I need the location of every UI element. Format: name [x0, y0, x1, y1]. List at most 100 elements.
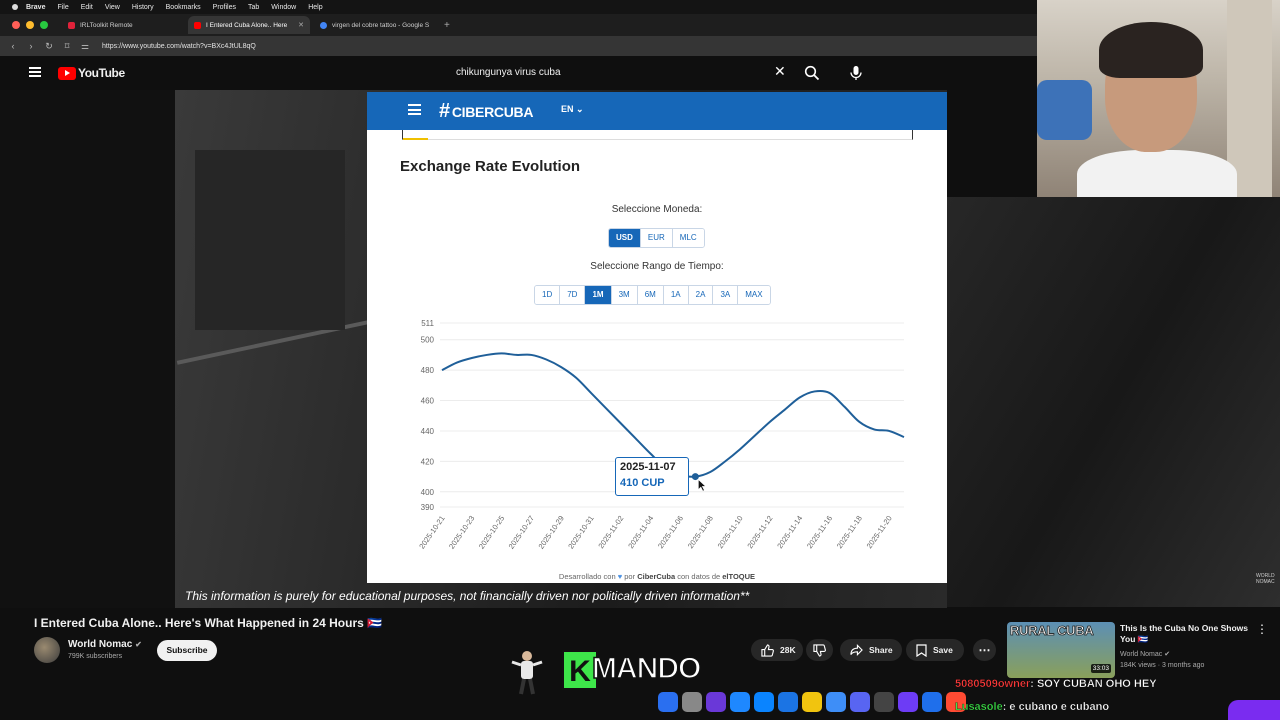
channel-name[interactable]: World Nomac ✔: [68, 639, 142, 650]
youtube-logo[interactable]: YouTube: [58, 66, 125, 80]
url-field[interactable]: https://www.youtube.com/watch?v=BXc4JtUL…: [102, 43, 256, 50]
dock-app-icon[interactable]: [850, 692, 870, 712]
footer-brand[interactable]: CiberCuba: [637, 572, 675, 581]
related-channel[interactable]: World Nomac ✔: [1120, 650, 1170, 658]
menu-file[interactable]: File: [57, 4, 68, 11]
x-tick-label: 2025-11-04: [626, 514, 655, 550]
corner-widget: [1228, 700, 1280, 720]
chart-tooltip: 2025-11-07 410 CUP: [615, 457, 689, 496]
footer-developed: Desarrollado con: [558, 572, 616, 581]
dock-app-icon[interactable]: [730, 692, 750, 712]
x-tick-label: 2025-11-08: [686, 514, 715, 550]
x-tick-label: 2025-11-14: [775, 514, 804, 550]
y-tick-label: 440: [421, 427, 435, 436]
site-info-icon[interactable]: ⚌: [80, 41, 90, 52]
like-button[interactable]: 28K: [751, 639, 803, 661]
dock-app-icon[interactable]: [874, 692, 894, 712]
dock-app-icon[interactable]: [658, 692, 678, 712]
new-tab-icon[interactable]: +: [444, 20, 450, 31]
share-icon: [850, 644, 863, 656]
exchange-rate-chart[interactable]: 5115004804604404204003902025-10-21 2025-1…: [367, 92, 947, 572]
channel-name-text: World Nomac: [68, 639, 133, 650]
subscribe-button[interactable]: Subscribe: [157, 640, 217, 661]
related-duration: 33:03: [1090, 664, 1111, 673]
share-label: Share: [869, 645, 893, 655]
dock-app-icon[interactable]: [826, 692, 846, 712]
related-video-thumbnail[interactable]: RURAL CUBA 33:03: [1007, 622, 1115, 678]
dock-app-icon[interactable]: [682, 692, 702, 712]
menu-tab[interactable]: Tab: [248, 4, 259, 11]
search-input[interactable]: chikungunya virus cuba: [456, 67, 561, 78]
dock-app-icon[interactable]: [922, 692, 942, 712]
left-background: [0, 90, 175, 608]
chat-user: 5080509owner: [955, 678, 1031, 690]
reload-icon[interactable]: ↻: [44, 41, 54, 52]
channel-avatar[interactable]: [34, 637, 60, 663]
apple-icon[interactable]: [12, 4, 18, 10]
window-controls: [12, 21, 48, 29]
x-tick-label: 2025-11-10: [716, 514, 745, 550]
microphone-icon[interactable]: [849, 65, 863, 81]
tab-youtube-video[interactable]: I Entered Cuba Alone.. Here ✕: [188, 16, 310, 34]
bookmark-icon[interactable]: ⌑: [62, 41, 72, 52]
forward-icon[interactable]: ›: [26, 41, 36, 51]
maximize-window-button[interactable]: [40, 21, 48, 29]
overlay-name: MANDO: [591, 651, 702, 686]
tooltip-date: 2025-11-07: [620, 461, 676, 473]
related-video-title[interactable]: This Is the Cuba No One Shows You 🇨🇺: [1120, 623, 1255, 645]
dock-app-icon[interactable]: [706, 692, 726, 712]
irltoolkit-favicon-icon: [68, 21, 75, 29]
y-tick-label: 400: [421, 488, 435, 497]
related-more-icon[interactable]: ⋮: [1256, 622, 1268, 636]
x-tick-label: 2025-10-31: [566, 514, 595, 551]
chat-user: Lusasole: [955, 701, 1003, 713]
minimize-window-button[interactable]: [26, 21, 34, 29]
close-tab-icon[interactable]: ✕: [298, 21, 304, 29]
menu-view[interactable]: View: [105, 4, 120, 11]
dock-app-icon[interactable]: [898, 692, 918, 712]
tab-label: virgen del cobre tattoo - Google S: [332, 21, 430, 29]
webcam-feed: [1037, 0, 1280, 197]
tab-google-search[interactable]: virgen del cobre tattoo - Google S: [314, 16, 436, 34]
y-tick-label: 390: [421, 503, 435, 512]
menu-bookmarks[interactable]: Bookmarks: [166, 4, 201, 11]
cibercuba-page: # CIBERCUBA EN ⌄ Exchange Rate Evolution …: [367, 92, 947, 583]
menu-window[interactable]: Window: [271, 4, 296, 11]
dock-app-icon[interactable]: [802, 692, 822, 712]
menu-history[interactable]: History: [132, 4, 154, 11]
webcam-hair: [1099, 22, 1203, 78]
menu-edit[interactable]: Edit: [81, 4, 93, 11]
chat-text: : SOY CUBAN OHO HEY: [1030, 678, 1157, 690]
close-window-button[interactable]: [12, 21, 20, 29]
menu-profiles[interactable]: Profiles: [213, 4, 236, 11]
dislike-button[interactable]: [806, 639, 833, 661]
streamer-name-overlay: K MANDO: [562, 650, 715, 692]
channel-watermark: WORLD NOMAC: [1256, 573, 1275, 585]
menu-brave[interactable]: Brave: [26, 4, 45, 11]
save-button[interactable]: Save: [906, 639, 964, 661]
tab-irltoolkit[interactable]: IRLToolkit Remote: [62, 16, 184, 34]
guide-menu-icon[interactable]: [29, 67, 41, 77]
footer-source[interactable]: elTOQUE: [722, 572, 755, 581]
footer-by: por: [624, 572, 636, 581]
menu-help[interactable]: Help: [308, 4, 322, 11]
tab-label: I Entered Cuba Alone.. Here: [206, 21, 288, 29]
video-caption: This information is purely for education…: [185, 589, 750, 603]
x-tick-label: 2025-11-02: [596, 514, 625, 550]
dock-app-icon[interactable]: [754, 692, 774, 712]
more-actions-icon[interactable]: ⋯: [973, 639, 996, 661]
clear-search-icon[interactable]: ✕: [774, 63, 786, 80]
dock-app-icon[interactable]: [778, 692, 798, 712]
google-favicon-icon: [320, 21, 327, 29]
search-icon[interactable]: [804, 65, 820, 81]
x-tick-label: 2025-11-18: [835, 514, 864, 550]
footer-with: con datos de: [677, 572, 721, 581]
y-tick-label: 460: [421, 397, 435, 406]
webcam-shirt: [1077, 150, 1237, 197]
y-tick-label: 511: [421, 319, 434, 328]
back-icon[interactable]: ‹: [8, 41, 18, 51]
x-tick-label: 2025-10-27: [507, 514, 536, 551]
browser-tab-strip: IRLToolkit Remote I Entered Cuba Alone..…: [0, 14, 1037, 36]
video-title: I Entered Cuba Alone.. Here's What Happe…: [34, 616, 383, 630]
share-button[interactable]: Share: [840, 639, 902, 661]
